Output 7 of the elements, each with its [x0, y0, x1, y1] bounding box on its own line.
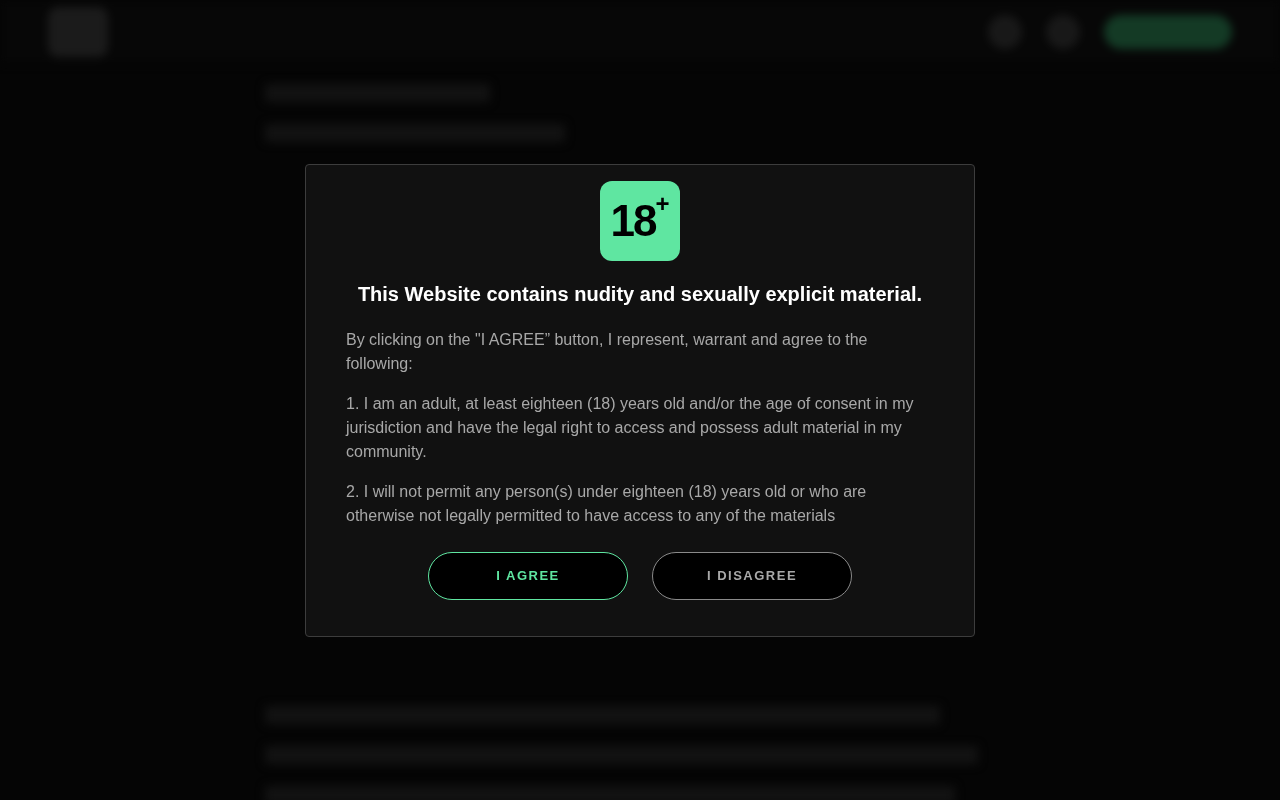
agree-button[interactable]: I AGREE: [428, 551, 628, 600]
terms-paragraph: By clicking on the "I AGREE” button, I represent, warrant and agree to the following:: [346, 329, 869, 374]
terms-paragraph: 2. I will not permit any person(s) under eighteen (18) years old or who are otherwise not legally permitted to have access to any of the materials: [346, 481, 868, 526]
dialog-title: This Website contains nudity and sexually explicit material.: [357, 282, 923, 306]
age-badge: 18$^{+}$: [600, 180, 680, 261]
disagree-button[interactable]: I DISAGREE: [652, 551, 852, 600]
terms-paragraph: 1. I am an adult, at least eighteen (18) years old and/or the age of consent in my jurisdiction and have the legal right to access and possess adult material in my community.: [346, 393, 915, 462]
